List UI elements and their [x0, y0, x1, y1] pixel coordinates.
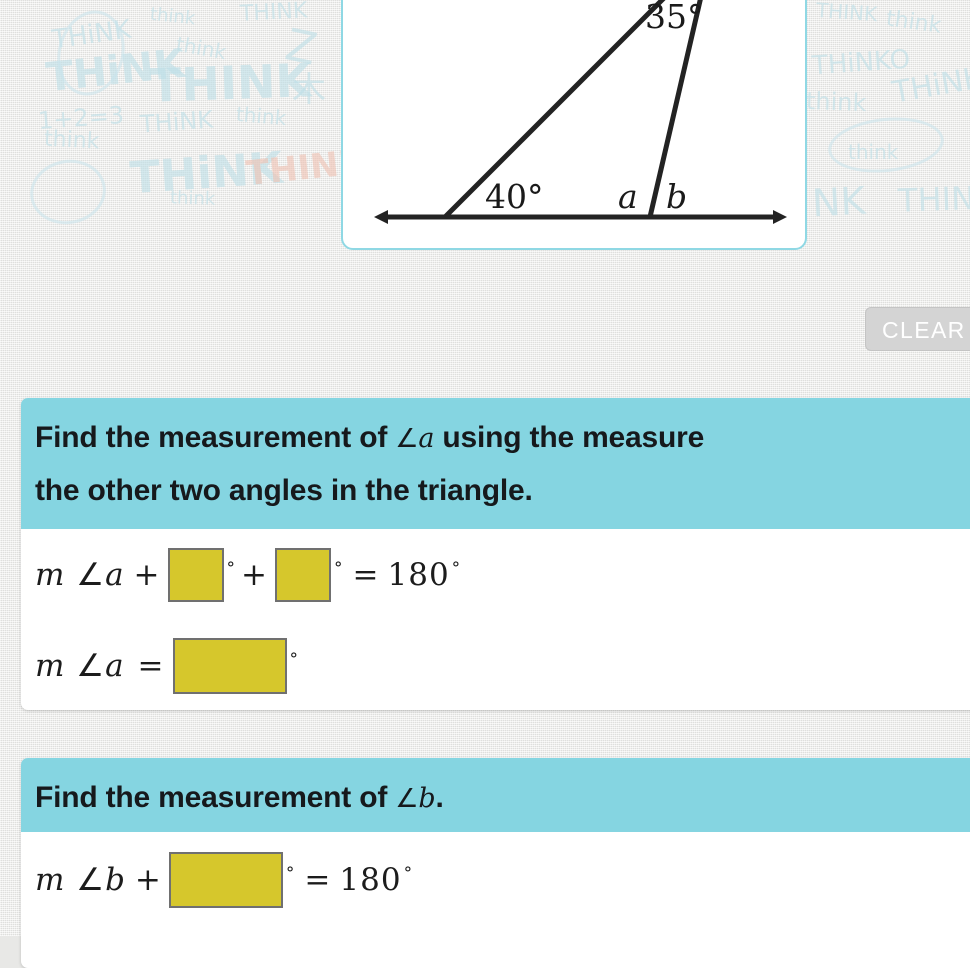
angle-label-35: 35° [645, 0, 704, 36]
question-b-prompt-line1: Find the measurement of ∠b. [35, 772, 970, 825]
eq-a1-equals: = [352, 557, 379, 593]
question-a-prompt-line2: the other two angles in the triangle. [35, 474, 533, 507]
geometry-diagram-card: 35° 40° a b [341, 0, 807, 250]
equation-b-row1: m ∠b + ° = 180 ° [35, 832, 970, 928]
angle-var-b: b [418, 783, 436, 814]
angle-var-a: a [418, 423, 435, 454]
eq-a2-equals: = [137, 648, 164, 684]
answer-input-a2[interactable] [172, 638, 287, 694]
eq-b1-rhs-value: 180 [339, 862, 402, 898]
question-a-prompt-line1: Find the measurement of ∠a using the mea… [35, 412, 970, 465]
eq-a1-m: m [35, 557, 66, 593]
eq-a2-var: a [105, 648, 125, 684]
angle-symbol-a: ∠ [395, 424, 419, 454]
question-card-a: Find the measurement of ∠a using the mea… [21, 398, 970, 710]
eq-b1-var: b [105, 862, 126, 898]
answer-input-a1-first[interactable] [167, 548, 224, 602]
eq-a1-plus-2: + [241, 557, 268, 593]
eq-a1-degree-2: ° [334, 559, 343, 579]
eq-a2-angle-icon: ∠ [76, 648, 106, 684]
eq-b1-rhs-degree: ° [403, 864, 413, 884]
question-a-body: m ∠a + ° + ° = 180 ° m ∠a = ° [21, 529, 970, 710]
eq-a1-angle-icon: ∠ [76, 557, 106, 593]
answer-input-a1-second[interactable] [275, 548, 332, 602]
answer-input-b1[interactable] [168, 852, 283, 908]
eq-a2-m: m [35, 648, 66, 684]
question-a-header: Find the measurement of ∠a using the mea… [21, 398, 970, 529]
angle-label-a: a [618, 177, 638, 216]
eq-b1-degree: ° [285, 864, 295, 884]
prompt-a-text-post: using the measure [434, 421, 705, 454]
angle-symbol-b: ∠ [395, 784, 419, 814]
eq-a2-lhs: m ∠a [35, 648, 125, 684]
angle-label-40: 40° [485, 177, 544, 216]
clear-button[interactable]: CLEAR [865, 307, 970, 351]
eq-b1-equals: = [304, 862, 331, 898]
eq-a1-lhs: m ∠a [35, 557, 125, 593]
triangle-diagram: 35° 40° a b [374, 0, 787, 224]
eq-b1-lhs: m ∠b [35, 862, 126, 898]
equation-a-row1: m ∠a + ° + ° = 180 ° [35, 529, 970, 621]
angle-label-b: b [666, 177, 687, 216]
eq-a1-var: a [105, 557, 125, 593]
question-b-header: Find the measurement of ∠b. [21, 758, 970, 832]
prompt-b-text-post: . [435, 781, 444, 814]
prompt-a-text-pre: Find the measurement of [35, 421, 396, 454]
eq-a1-rhs-value: 180 [387, 557, 450, 593]
question-card-b: Find the measurement of ∠b. m ∠b + ° = 1… [21, 758, 970, 968]
question-b-body: m ∠b + ° = 180 ° [21, 832, 970, 928]
eq-b1-angle-icon: ∠ [76, 862, 106, 898]
eq-a1-degree-1: ° [226, 559, 236, 579]
eq-a1-rhs-degree: ° [451, 559, 461, 579]
eq-a1-plus-1: + [133, 557, 160, 593]
eq-b1-m: m [35, 862, 66, 898]
eq-a2-degree: ° [289, 650, 299, 670]
equation-a-row2: m ∠a = ° [35, 621, 970, 710]
prompt-b-text-pre: Find the measurement of [35, 781, 396, 814]
eq-b1-plus: + [134, 862, 161, 898]
